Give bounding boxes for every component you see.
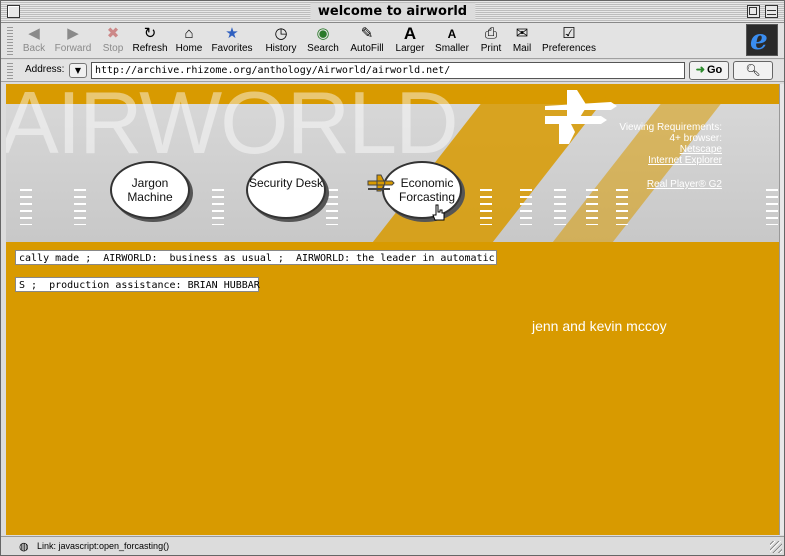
stop-button[interactable]: ✖ Stop — [100, 25, 126, 54]
runway-marks — [480, 189, 492, 225]
page-search-button[interactable]: 🔍︎ — [733, 61, 773, 80]
requirements-browser: 4+ browser: — [669, 133, 722, 144]
internet-explorer-logo-icon[interactable]: e — [746, 23, 778, 56]
go-button[interactable]: ➜ Go — [689, 61, 729, 80]
address-bar-grip[interactable] — [7, 63, 13, 79]
search-icon: ◉ — [316, 25, 330, 42]
search-button[interactable]: ◉ Search — [306, 25, 340, 54]
airworld-plane-logo — [545, 90, 617, 144]
credits-text: jenn and kevin mccoy — [532, 318, 667, 334]
toolbar: ◀ Back ▶ Forward ✖ Stop ↻ Refresh ⌂ Home… — [1, 23, 784, 59]
runway-marks — [766, 189, 778, 225]
airworld-banner: AIRWORLD Jargon Machine Security Desk Ec… — [6, 84, 779, 242]
security-desk-link[interactable]: Security Desk — [246, 161, 326, 219]
address-bar: Address: ▼ http://archive.rhizome.org/an… — [1, 60, 784, 82]
collapse-box[interactable] — [765, 5, 778, 18]
favorites-button[interactable]: ★ Favorites — [209, 25, 255, 54]
title-bar[interactable]: welcome to airworld — [1, 1, 784, 23]
larger-text-icon: A — [403, 24, 417, 43]
runway-marks — [554, 189, 566, 225]
forward-button[interactable]: ▶ Forward — [53, 25, 93, 54]
news-ticker-bottom: S ; production assistance: BRIAN HUBBAR — [15, 277, 260, 292]
browser-window: welcome to airworld ◀ Back ▶ Forward ✖ S… — [0, 0, 785, 556]
page-content: AIRWORLD Jargon Machine Security Desk Ec… — [6, 84, 779, 535]
globe-icon: ◍ — [19, 541, 29, 553]
refresh-button[interactable]: ↻ Refresh — [131, 25, 169, 54]
address-history-dropdown[interactable]: ▼ — [69, 63, 87, 78]
smaller-text-icon: A — [447, 27, 457, 41]
runway-marks — [212, 189, 224, 225]
runway-marks — [20, 189, 32, 225]
resize-grip[interactable] — [770, 541, 782, 553]
home-icon: ⌂ — [184, 25, 194, 42]
forward-arrow-icon: ▶ — [67, 25, 79, 42]
news-ticker-top: cally made ; AIRWORLD: business as usual… — [15, 250, 497, 265]
larger-button[interactable]: A Larger — [393, 24, 427, 55]
hand-cursor-icon — [432, 204, 445, 221]
favorites-icon: ★ — [225, 25, 239, 42]
small-plane-icon — [367, 174, 395, 192]
runway-marks — [520, 189, 532, 225]
window-title: welcome to airworld — [309, 3, 476, 20]
chevron-down-icon: ▼ — [74, 66, 82, 75]
close-box[interactable] — [7, 5, 20, 18]
runway-marks — [586, 189, 598, 225]
print-button[interactable]: ⎙ Print — [477, 25, 505, 54]
back-button[interactable]: ◀ Back — [21, 25, 47, 54]
refresh-icon: ↻ — [143, 25, 157, 42]
zoom-box[interactable] — [747, 5, 760, 18]
print-icon: ⎙ — [484, 25, 497, 42]
viewing-requirements: Viewing Requirements: 4+ browser: Netsca… — [619, 122, 722, 190]
mail-button[interactable]: ✉ Mail — [510, 25, 534, 54]
preferences-icon: ☑ — [562, 25, 576, 42]
status-message: Link: javascript:open_forcasting() — [37, 541, 170, 551]
back-arrow-icon: ◀ — [28, 25, 40, 42]
go-arrow-icon: ➜ — [695, 64, 705, 76]
stop-icon: ✖ — [106, 25, 120, 42]
smaller-button[interactable]: A Smaller — [433, 25, 471, 54]
preferences-button[interactable]: ☑ Preferences — [540, 25, 598, 54]
history-button[interactable]: ◷ History — [262, 25, 300, 54]
status-bar: ◍ Link: javascript:open_forcasting() — [1, 536, 784, 555]
toolbar-grip[interactable] — [7, 27, 13, 55]
banner-word: AIRWORLD — [6, 84, 459, 172]
netscape-link[interactable]: Netscape — [619, 144, 722, 155]
realplayer-link[interactable]: Real Player® G2 — [619, 179, 722, 190]
autofill-button[interactable]: ✎ AutoFill — [347, 25, 387, 54]
runway-marks — [616, 189, 628, 225]
internet-explorer-link[interactable]: Internet Explorer — [619, 155, 722, 166]
runway-marks — [74, 189, 86, 225]
address-field[interactable]: http://archive.rhizome.org/anthology/Air… — [91, 62, 685, 79]
mail-icon: ✉ — [515, 25, 529, 42]
home-button[interactable]: ⌂ Home — [175, 25, 203, 54]
requirements-heading: Viewing Requirements: — [619, 122, 722, 133]
history-icon: ◷ — [274, 25, 288, 42]
address-label: Address: — [25, 64, 65, 75]
right-edge — [779, 84, 784, 535]
runway-marks — [326, 189, 338, 225]
magnifier-icon: 🔍︎ — [745, 63, 761, 77]
jargon-machine-link[interactable]: Jargon Machine — [110, 161, 190, 219]
autofill-icon: ✎ — [360, 25, 374, 42]
